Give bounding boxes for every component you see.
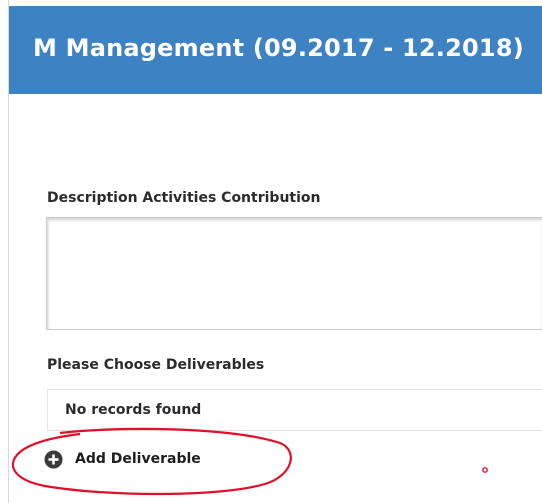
plus-circle-icon — [44, 450, 63, 469]
deliverables-label: Please Choose Deliverables — [47, 357, 265, 373]
add-deliverable-label: Add Deliverable — [75, 451, 201, 467]
description-textarea[interactable] — [46, 217, 542, 330]
description-label: Description Activities Contribution — [47, 190, 321, 206]
no-records-message: No records found — [65, 402, 202, 418]
add-deliverable-button[interactable]: Add Deliverable — [44, 448, 201, 470]
deliverables-table: No records found — [47, 389, 542, 431]
panel-title: M Management (09.2017 - 12.2018) — [33, 34, 524, 62]
page: M Management (09.2017 - 12.2018) Descrip… — [0, 0, 542, 503]
